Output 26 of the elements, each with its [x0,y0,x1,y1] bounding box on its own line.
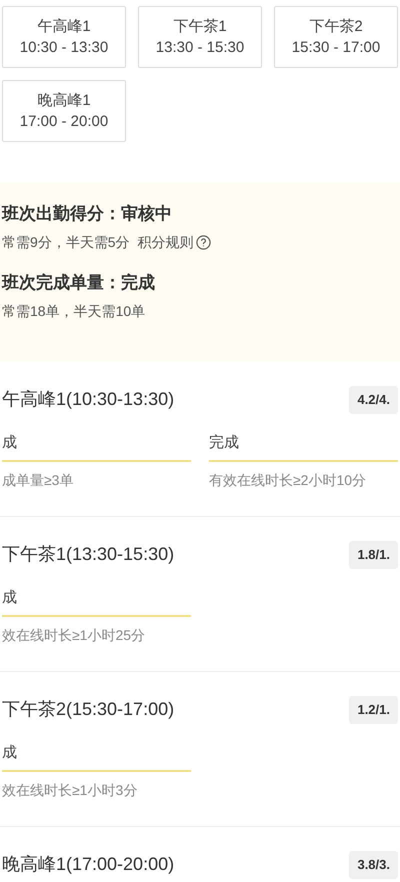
criteria-hint: 成单量≥3单 [2,471,74,490]
help-icon [196,235,211,250]
shift-title: 晚高峰1(17:00-20:00) [2,853,174,876]
criteria-hint: 效在线时长≥1小时25分 [2,626,146,645]
summary-title: 班次出勤得分：审核中 [2,203,173,225]
shift-title: 午高峰1(10:30-13:30) [2,388,174,412]
shift-tab[interactable]: 下午茶1 13:30 - 15:30 [138,6,262,68]
score-badge: 1.8/1. [349,541,398,568]
shift-tab[interactable]: 晚高峰1 17:00 - 20:00 [2,80,126,142]
criteria-status: 成 [2,586,191,617]
rules-link[interactable]: 积分规则 [138,232,211,253]
criteria-status: 完成 [209,432,398,462]
criteria-hint: 有效在线时长≥2小时10分 [209,471,368,490]
score-badge: 4.2/4. [349,386,398,414]
shift-tab[interactable]: 午高峰1 10:30 - 13:30 [2,6,126,68]
score-badge: 1.2/1. [349,696,398,724]
shift-tab[interactable]: 下午茶2 15:30 - 17:00 [274,6,398,68]
score-badge: 3.8/3. [349,851,398,878]
criteria-status: 成 [2,742,191,772]
summary-title: 班次完成单量：完成 [2,272,156,294]
summary-note: 常需9分，半天需5分 [2,233,130,252]
shift-title: 下午茶1(13:30-15:30) [2,543,174,566]
summary-note: 常需18单，半天需10单 [2,302,146,321]
criteria-hint: 效在线时长≥1小时3分 [2,781,138,800]
shift-title: 下午茶2(15:30-17:00) [2,698,174,722]
criteria-status: 成 [2,432,191,462]
